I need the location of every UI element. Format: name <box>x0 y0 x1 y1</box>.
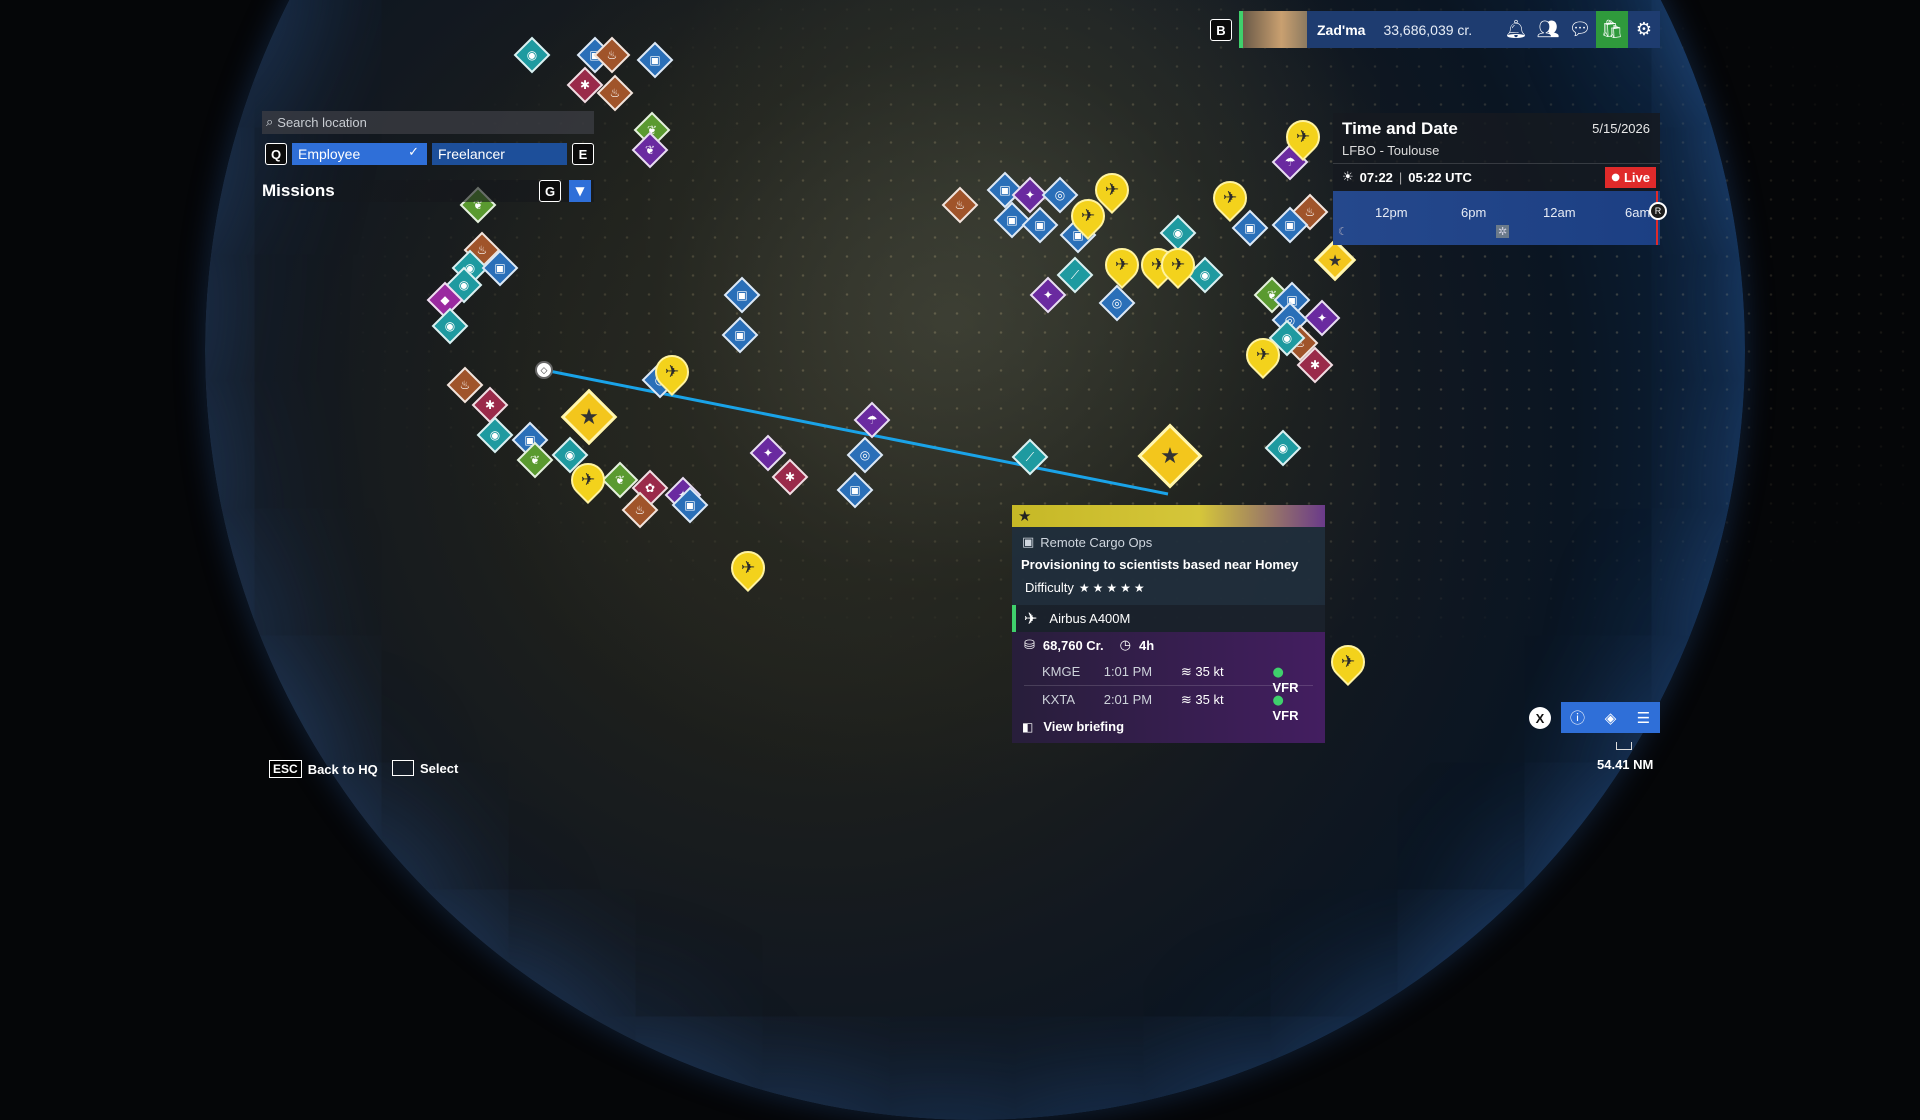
local-time: 07:22 <box>1359 170 1393 185</box>
reward-amount: 68,760 Cr. <box>1042 638 1104 653</box>
profile-banner-image <box>1243 11 1307 48</box>
status-dot-icon: ● <box>1272 693 1284 708</box>
prev-tab-key: Q <box>265 143 287 165</box>
time-readout: ☀ 07:22 | 05:22 UTC <box>1342 170 1472 185</box>
time-tick: 12am <box>1543 205 1576 220</box>
search-input[interactable]: Search location <box>277 115 367 130</box>
select-hint[interactable]: Select <box>392 760 458 776</box>
leg-wind: 35 kt <box>1195 692 1224 707</box>
time-separator: | <box>1398 170 1403 185</box>
wind-icon: ≋ <box>1180 693 1192 708</box>
view-briefing-label: View briefing <box>1043 719 1125 734</box>
select-label: Select <box>420 760 459 776</box>
current-airport: LFBO - Toulouse <box>1342 143 1440 158</box>
utc-time: 05:22 UTC <box>1408 170 1472 185</box>
current-date: 5/15/2026 <box>1592 121 1650 136</box>
time-slider[interactable]: 12pm 6pm 12am 6am ☾ ✲ R <box>1333 191 1667 245</box>
back-to-hq-label: Back to HQ <box>307 761 378 777</box>
store-icon[interactable]: 🛍︎ <box>1596 11 1628 48</box>
coins-icon: ⛁ <box>1024 638 1035 653</box>
next-tab-key: E <box>572 143 594 165</box>
profile-bar[interactable]: Zad'ma 33,686,039 cr. 🔔︎ 👥︎ 💬︎ 🛍︎ ⚙ <box>1239 11 1660 48</box>
credits-balance: 33,686,039 cr. <box>1383 21 1473 38</box>
map-tools: ⓘ ◈ ☰ <box>1561 702 1660 733</box>
esc-key: ESC <box>269 760 302 778</box>
time-and-date-panel: Time and Date 5/15/2026 LFBO - Toulouse … <box>1333 113 1667 245</box>
divider <box>1024 685 1313 686</box>
mission-category: ▣ Remote Cargo Ops <box>1022 535 1152 550</box>
back-to-hq-hint[interactable]: ESC Back to HQ <box>269 760 378 778</box>
divider <box>1333 163 1660 164</box>
chat-icon[interactable]: 💬︎ <box>1564 11 1596 48</box>
mission-reward: ⛁ 68,760 Cr. ◷ 4h <box>1024 638 1154 653</box>
info-icon[interactable]: ⓘ <box>1561 702 1594 733</box>
mission-details: ⛁ 68,760 Cr. ◷ 4h KMGE 1:01 PM ≋ 35 kt ●… <box>1012 632 1325 743</box>
status-dot-icon: ● <box>1272 665 1284 680</box>
tab-freelancer[interactable]: Freelancer <box>432 143 567 165</box>
aircraft-name: Airbus A400M <box>1049 611 1131 626</box>
difficulty-stars: ★★★★★ <box>1078 580 1148 595</box>
sun-marker-icon: ✲ <box>1496 225 1510 238</box>
gear-icon[interactable]: ⚙ <box>1628 11 1660 48</box>
tab-employee[interactable]: Employee ✓ <box>292 143 427 165</box>
live-label: Live <box>1623 170 1650 185</box>
time-tick: 12pm <box>1375 205 1408 220</box>
map-scale-label: 54.41 NM <box>1597 757 1654 772</box>
mission-banner: ★ <box>1012 505 1325 527</box>
difficulty-label: Difficulty <box>1025 580 1074 595</box>
profile-key-hint: B <box>1210 19 1232 41</box>
sun-icon: ☀ <box>1342 170 1354 185</box>
leg-rules: VFR <box>1272 708 1299 723</box>
search-bar[interactable]: ⌕ Search location <box>262 111 594 134</box>
missions-title: Missions <box>262 181 335 200</box>
cargo-box-icon: ▣ <box>1022 535 1035 550</box>
map-scale-bar <box>1616 742 1632 750</box>
mission-description: Provisioning to scientists based near Ho… <box>1021 557 1299 572</box>
tab-employee-label: Employee <box>298 146 361 162</box>
live-dot-icon: ● <box>1611 172 1620 183</box>
view-briefing-button[interactable]: ◧ View briefing <box>1022 719 1124 734</box>
time-tick: 6am <box>1625 205 1651 220</box>
leg-wind: 35 kt <box>1195 664 1224 679</box>
mission-type-tabs: Q Employee ✓ Freelancer E <box>265 143 594 165</box>
mission-category-label: Remote Cargo Ops <box>1040 535 1153 550</box>
friends-icon[interactable]: 👥︎ <box>1532 11 1564 48</box>
missions-header[interactable]: Missions G ▼ <box>262 180 594 202</box>
time-reset-knob[interactable]: R <box>1649 202 1667 220</box>
mouse-icon: ◧ <box>1022 719 1034 734</box>
checkmark-icon: ✓ <box>408 145 419 160</box>
leg-airport: KMGE <box>1042 664 1081 679</box>
mission-aircraft: ✈ Airbus A400M <box>1012 605 1325 632</box>
moon-icon: ☾ <box>1338 225 1348 238</box>
clock-icon: ◷ <box>1119 638 1131 653</box>
leg-row: KMGE 1:01 PM ≋ 35 kt ● VFR <box>1042 664 1312 695</box>
leg-time: 1:01 PM <box>1103 664 1153 679</box>
mission-difficulty: Difficulty ★★★★★ <box>1025 580 1148 595</box>
close-key-hint[interactable]: X <box>1529 707 1551 729</box>
username: Zad'ma <box>1317 21 1366 38</box>
route-origin-marker[interactable]: ◇ <box>535 361 553 379</box>
mission-summary: ▣ Remote Cargo Ops Provisioning to scien… <box>1012 527 1325 605</box>
search-icon: ⌕ <box>266 115 274 130</box>
mission-card[interactable]: ★ ▣ Remote Cargo Ops Provisioning to sci… <box>1012 505 1325 743</box>
mission-duration: 4h <box>1138 638 1155 653</box>
bell-icon[interactable]: 🔔︎ <box>1500 11 1532 48</box>
filter-settings-icon[interactable]: ☰ <box>1627 702 1660 733</box>
chevron-down-icon[interactable]: ▼ <box>569 180 591 202</box>
time-panel-title: Time and Date <box>1342 119 1458 138</box>
live-button[interactable]: ● Live <box>1605 167 1656 188</box>
wind-icon: ≋ <box>1180 665 1192 680</box>
tab-freelancer-label: Freelancer <box>438 146 505 162</box>
star-icon: ★ <box>1018 507 1032 525</box>
missions-key-hint: G <box>539 180 561 202</box>
space-key-icon <box>392 760 414 776</box>
time-tick: 6pm <box>1461 205 1487 220</box>
airplane-icon: ✈ <box>1024 609 1038 628</box>
layers-icon[interactable]: ◈ <box>1594 702 1627 733</box>
